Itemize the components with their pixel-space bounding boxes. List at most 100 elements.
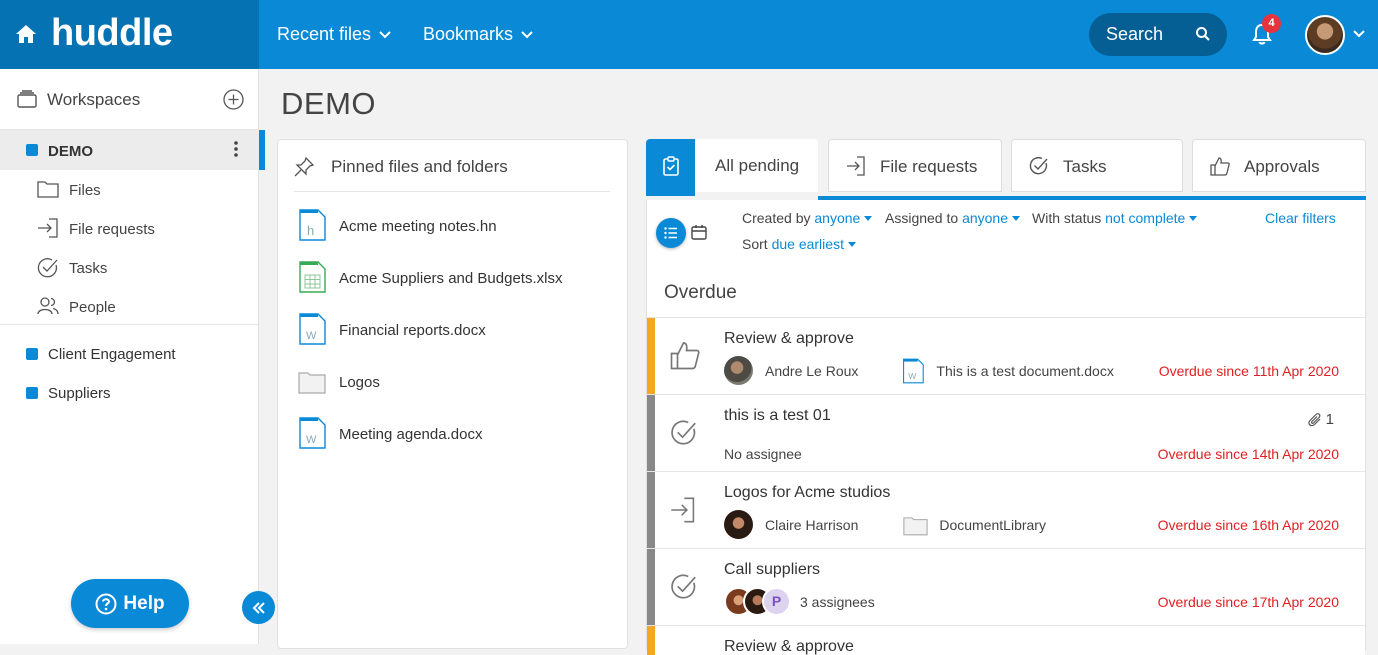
- pinned-item[interactable]: W Meeting agenda.docx: [298, 417, 618, 453]
- sidebar-item-suppliers[interactable]: Suppliers: [0, 374, 258, 413]
- task-title[interactable]: Review & approve: [724, 638, 854, 655]
- pinned-item-label: Meeting agenda.docx: [339, 426, 483, 443]
- more-vertical-icon[interactable]: [234, 141, 238, 157]
- file-request-icon: [37, 218, 59, 238]
- sidebar-item-label: People: [69, 299, 116, 316]
- check-circle-icon: [1029, 156, 1049, 176]
- pinned-item[interactable]: W Financial reports.docx: [298, 313, 618, 349]
- sort-control[interactable]: Sort due earliest: [742, 236, 856, 252]
- task-assignee: Andre Le Roux: [765, 362, 859, 379]
- top-bar: huddle Recent files Bookmarks Search 4: [0, 0, 1378, 69]
- tab-label: Approvals: [1244, 157, 1320, 176]
- filter-value[interactable]: anyone: [962, 210, 1008, 226]
- chevron-down-icon: [521, 30, 533, 39]
- add-workspace-icon[interactable]: [223, 89, 244, 110]
- svg-text:W: W: [306, 330, 317, 342]
- task-folder-link[interactable]: DocumentLibrary: [939, 517, 1046, 533]
- sidebar-item-files[interactable]: Files: [0, 170, 258, 209]
- user-avatar[interactable]: [1305, 15, 1345, 55]
- collapse-sidebar-button[interactable]: [242, 591, 275, 624]
- workspace-label: Client Engagement: [48, 346, 176, 363]
- sidebar-item-file-requests[interactable]: File requests: [0, 209, 258, 248]
- sidebar-item-demo[interactable]: DEMO: [0, 130, 265, 170]
- bookmarks-menu[interactable]: Bookmarks: [423, 24, 533, 45]
- attachments-count: 1: [1308, 411, 1334, 428]
- task-row[interactable]: Logos for Acme studios Claire Harrison D…: [647, 471, 1365, 548]
- pinned-item-label: Acme Suppliers and Budgets.xlsx: [339, 270, 563, 287]
- svg-text:h: h: [307, 223, 314, 238]
- task-type-stripe: [647, 472, 655, 548]
- pinned-item[interactable]: h Acme meeting notes.hn: [298, 209, 618, 245]
- task-title[interactable]: Review & approve: [724, 330, 854, 348]
- task-due-status: Overdue since 11th Apr 2020: [1158, 363, 1339, 379]
- task-due-status: Overdue since 17th Apr 2020: [1157, 594, 1339, 610]
- folder-icon: [903, 514, 929, 536]
- attachments-count-value: 1: [1325, 411, 1334, 428]
- workspace-color-square: [26, 387, 38, 399]
- filter-status[interactable]: With status not complete: [1032, 210, 1198, 226]
- sidebar-item-label: Files: [69, 182, 101, 199]
- tasks-list-body: Created by anyone Assigned to anyone Wit…: [646, 200, 1366, 655]
- task-meta: Andre Le Roux W This is a test document.…: [724, 356, 1114, 385]
- check-circle-icon: [670, 573, 698, 601]
- task-title[interactable]: Call suppliers: [724, 561, 820, 579]
- task-assignee: No assignee: [724, 446, 802, 462]
- task-row[interactable]: Call suppliers P 3 assignees Overdue sin…: [647, 548, 1365, 625]
- tab-approvals[interactable]: Approvals: [1192, 139, 1366, 192]
- clipboard-check-icon: [662, 156, 680, 176]
- home-icon[interactable]: [15, 24, 37, 44]
- workspace-color-square: [26, 348, 38, 360]
- workspaces-header: Workspaces: [0, 69, 258, 130]
- caret-down-icon: [864, 216, 873, 221]
- filter-value[interactable]: not complete: [1105, 210, 1185, 226]
- sidebar-item-tasks[interactable]: Tasks: [0, 248, 258, 287]
- task-title[interactable]: this is a test 01: [724, 407, 831, 425]
- clear-filters-link[interactable]: Clear filters: [1265, 210, 1336, 226]
- sidebar-item-client-engagement[interactable]: Client Engagement: [0, 335, 258, 374]
- question-circle-icon: [95, 593, 117, 615]
- tab-label: File requests: [880, 157, 978, 176]
- task-assignee: 3 assignees: [800, 593, 875, 610]
- task-title[interactable]: Logos for Acme studios: [724, 484, 890, 502]
- filter-assigned-to[interactable]: Assigned to anyone: [885, 210, 1020, 226]
- task-row[interactable]: Review & approve Andre Le Roux W This is…: [647, 317, 1365, 394]
- caret-down-icon: [1012, 216, 1020, 221]
- chevron-down-icon[interactable]: [1353, 30, 1365, 38]
- page-title: DEMO: [281, 86, 376, 121]
- pinned-item[interactable]: Logos: [298, 365, 618, 401]
- filter-created-by[interactable]: Created by anyone: [742, 210, 873, 226]
- check-circle-icon: [670, 419, 698, 447]
- tab-icon-box: [646, 139, 695, 196]
- folder-icon: [298, 365, 326, 397]
- tab-label: Tasks: [1063, 157, 1107, 176]
- word-doc-icon: W: [902, 358, 925, 384]
- recent-files-menu[interactable]: Recent files: [277, 24, 391, 45]
- task-file-link[interactable]: This is a test document.docx: [936, 363, 1113, 379]
- caret-down-icon: [1189, 216, 1198, 221]
- thumbs-up-icon: [670, 340, 700, 370]
- pinned-item[interactable]: Acme Suppliers and Budgets.xlsx: [298, 261, 618, 297]
- task-due-status: Overdue since 16th Apr 2020: [1157, 517, 1339, 533]
- tab-tasks[interactable]: Tasks: [1011, 139, 1183, 192]
- logo[interactable]: huddle: [51, 12, 173, 55]
- caret-down-icon: [847, 242, 856, 247]
- word-doc-icon: W: [298, 417, 326, 449]
- sort-value[interactable]: due earliest: [772, 236, 844, 252]
- task-row[interactable]: this is a test 01 1 No assignee Overdue …: [647, 394, 1365, 471]
- svg-text:W: W: [306, 434, 317, 446]
- avatar: [724, 356, 753, 385]
- filter-label: With status: [1032, 210, 1102, 226]
- list-view-icon[interactable]: [656, 218, 686, 248]
- tab-file-requests[interactable]: File requests: [828, 139, 1002, 192]
- help-button[interactable]: Help: [71, 579, 189, 628]
- search-button[interactable]: Search: [1089, 13, 1227, 56]
- sidebar-item-people[interactable]: People: [0, 287, 258, 326]
- bookmarks-label: Bookmarks: [423, 24, 514, 44]
- filter-value[interactable]: anyone: [814, 210, 860, 226]
- filter-label: Assigned to: [885, 210, 959, 226]
- task-row[interactable]: Review & approve: [647, 625, 1365, 655]
- tab-all-pending[interactable]: All pending: [646, 139, 818, 196]
- workspaces-icon: [17, 90, 37, 108]
- recent-files-label: Recent files: [277, 24, 372, 44]
- calendar-view-icon[interactable]: [691, 224, 707, 240]
